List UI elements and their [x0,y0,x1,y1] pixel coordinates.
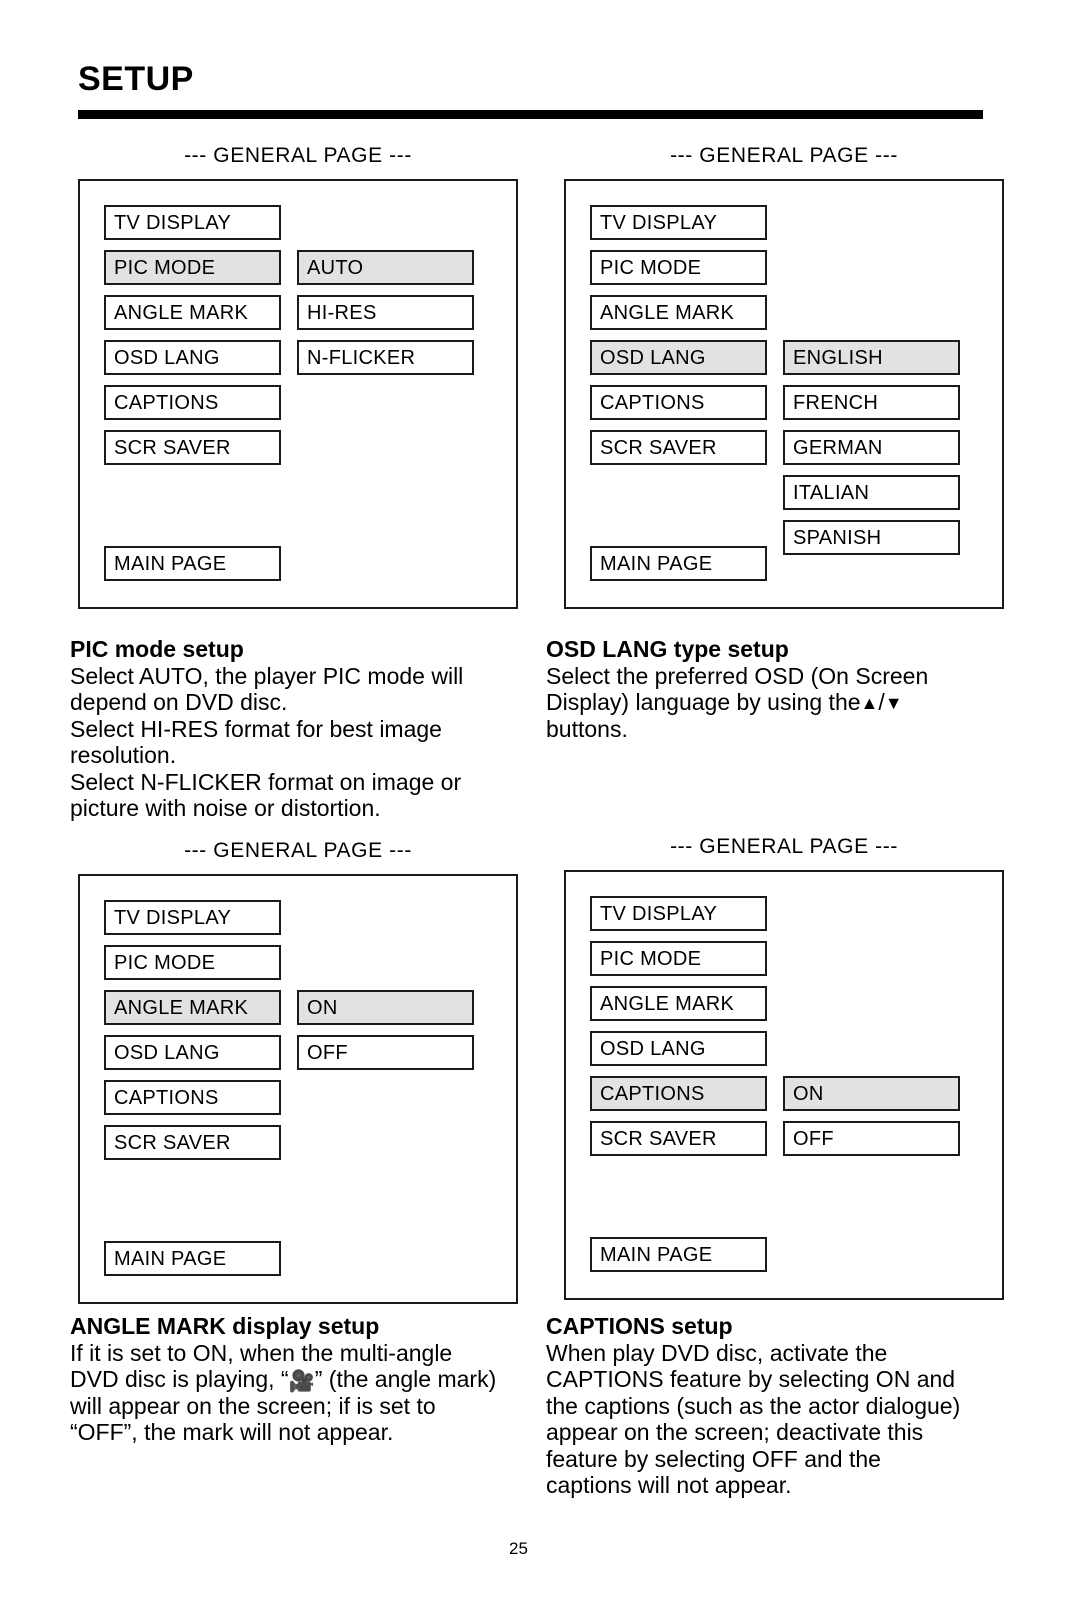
section-heading: CAPTIONS setup [546,1313,733,1339]
section-heading: OSD LANG type setup [546,636,789,662]
menu-item-tv-display[interactable]: TV DISPLAY [104,205,281,240]
menu-item-captions[interactable]: CAPTIONS [590,385,767,420]
arrow-up-icon: ▲ [860,693,879,713]
section-line: “OFF”, the mark will not appear. [70,1419,394,1445]
menu-item-osd-lang[interactable]: OSD LANG [104,340,281,375]
menu-item-tv-display[interactable]: TV DISPLAY [590,205,767,240]
menu-item-osd-lang[interactable]: OSD LANG [590,340,767,375]
menu-item-osd-lang[interactable]: OSD LANG [590,1031,767,1066]
section-line-text: Display) language by using the [546,689,861,715]
value-option-spanish[interactable]: SPANISH [783,520,960,555]
menu-item-angle-mark[interactable]: ANGLE MARK [104,295,281,330]
section-line: Select the preferred OSD (On Screen [546,662,929,689]
section-captions: CAPTIONS setup When play DVD disc, activ… [546,1313,1026,1499]
section-line: will appear on the screen; if is set to [70,1392,436,1419]
osd-screen-osd-lang: TV DISPLAY PIC MODE ANGLE MARK OSD LANG CAPT… [564,179,1004,609]
value-option-auto[interactable]: AUTO [297,250,474,285]
screen-caption: --- GENERAL PAGE --- [184,839,412,862]
section-line: Select N-FLICKER format on image or [70,768,462,795]
title-divider [78,110,983,119]
section-line: Select AUTO, the player PIC mode will [70,662,464,689]
section-line: When play DVD disc, activate the [546,1339,888,1366]
menu-item-angle-mark[interactable]: ANGLE MARK [104,990,281,1025]
menu-item-main-page[interactable]: MAIN PAGE [104,1241,281,1276]
menu-item-angle-mark[interactable]: ANGLE MARK [590,986,767,1021]
menu-item-captions[interactable]: CAPTIONS [104,1080,281,1115]
section-line: Display) language by using the▲/▼ [546,689,1016,716]
section-line: DVD disc is playing, “🎥” (the angle mark… [70,1366,550,1393]
section-line-text: DVD disc is playing, “ [70,1366,289,1392]
menu-item-pic-mode[interactable]: PIC MODE [590,941,767,976]
menu-item-pic-mode[interactable]: PIC MODE [104,945,281,980]
menu-item-scr-saver[interactable]: SCR SAVER [104,1125,281,1160]
value-option-on[interactable]: ON [297,990,474,1025]
menu-item-pic-mode[interactable]: PIC MODE [590,250,767,285]
section-line-text: ” (the angle mark) [314,1366,497,1392]
screen-block-captions: --- GENERAL PAGE --- TV DISPLAY PIC MODE A… [564,836,1004,1300]
section-line: resolution. [70,742,177,768]
osd-screen-angle-mark: TV DISPLAY PIC MODE ANGLE MARK OSD LANG CAPT… [78,874,518,1304]
screen-block-osd-lang: --- GENERAL PAGE --- TV DISPLAY PIC MODE A… [564,145,1004,609]
menu-item-captions[interactable]: CAPTIONS [590,1076,767,1111]
section-heading: ANGLE MARK display setup [70,1313,380,1339]
section-line: captions will not appear. [546,1472,792,1498]
section-line: depend on DVD disc. [70,689,288,715]
value-option-off[interactable]: OFF [297,1035,474,1070]
value-option-on[interactable]: ON [783,1076,960,1111]
menu-item-main-page[interactable]: MAIN PAGE [590,1237,767,1272]
section-pic-mode: PIC mode setup Select AUTO, the player P… [70,636,540,822]
menu-item-main-page[interactable]: MAIN PAGE [590,546,767,581]
menu-item-captions[interactable]: CAPTIONS [104,385,281,420]
screen-caption: --- GENERAL PAGE --- [670,835,898,858]
section-line: the captions (such as the actor dialogue… [546,1392,961,1419]
screen-block-angle-mark: --- GENERAL PAGE --- TV DISPLAY PIC MODE A… [78,840,518,1304]
value-option-n-flicker[interactable]: N-FLICKER [297,340,474,375]
section-line: If it is set to ON, when the multi-angle [70,1339,453,1366]
value-option-french[interactable]: FRENCH [783,385,960,420]
osd-screen-captions: TV DISPLAY PIC MODE ANGLE MARK OSD LANG CAPT… [564,870,1004,1300]
section-heading: PIC mode setup [70,636,244,662]
section-angle-mark: ANGLE MARK display setup If it is set to… [70,1313,550,1446]
page-title: SETUP [78,60,194,98]
section-line: appear on the screen; deactivate this [546,1419,924,1445]
value-option-english[interactable]: ENGLISH [783,340,960,375]
value-option-german[interactable]: GERMAN [783,430,960,465]
section-line: buttons. [546,715,628,742]
menu-item-scr-saver[interactable]: SCR SAVER [590,1121,767,1156]
menu-item-scr-saver[interactable]: SCR SAVER [590,430,767,465]
section-line: picture with noise or distortion. [70,795,381,821]
section-line: CAPTIONS feature by selecting ON and [546,1366,956,1392]
screen-caption: --- GENERAL PAGE --- [184,144,412,167]
menu-item-osd-lang[interactable]: OSD LANG [104,1035,281,1070]
section-line: feature by selecting OFF and the [546,1445,881,1472]
menu-item-angle-mark[interactable]: ANGLE MARK [590,295,767,330]
section-osd-lang: OSD LANG type setup Select the preferred… [546,636,1016,742]
screen-caption: --- GENERAL PAGE --- [670,144,898,167]
section-line: Select HI-RES format for best image [70,715,442,742]
menu-item-pic-mode[interactable]: PIC MODE [104,250,281,285]
menu-item-scr-saver[interactable]: SCR SAVER [104,430,281,465]
menu-item-main-page[interactable]: MAIN PAGE [104,546,281,581]
value-option-off[interactable]: OFF [783,1121,960,1156]
angle-mark-icon: 🎥 [288,1370,315,1393]
screen-block-pic-mode: --- GENERAL PAGE --- TV DISPLAY PIC MODE A… [78,145,518,609]
manual-page: SETUP --- GENERAL PAGE --- TV DISPLAY PIC… [0,0,1080,1618]
menu-item-tv-display[interactable]: TV DISPLAY [590,896,767,931]
value-option-hi-res[interactable]: HI-RES [297,295,474,330]
arrow-down-icon: ▼ [884,693,903,713]
osd-screen-pic-mode: TV DISPLAY PIC MODE ANGLE MARK OSD LANG CAPT… [78,179,518,609]
page-number: 25 [509,1539,528,1558]
menu-item-tv-display[interactable]: TV DISPLAY [104,900,281,935]
value-option-italian[interactable]: ITALIAN [783,475,960,510]
